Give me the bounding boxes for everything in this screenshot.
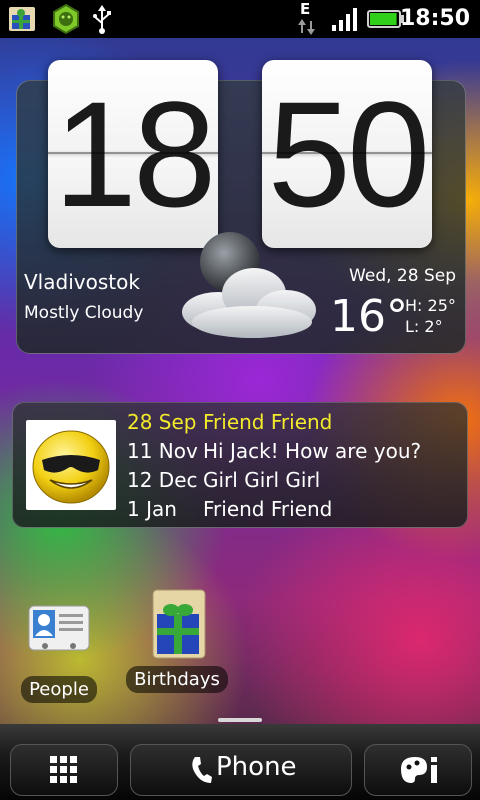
lion-icon: [53, 3, 79, 35]
status-bar[interactable]: E 18:50: [0, 0, 480, 38]
smiley-sunglasses-icon: [32, 430, 110, 504]
birthday-name: Hi Jack! How are you?: [203, 439, 422, 463]
hour-flip-card: 18: [48, 60, 218, 248]
clock-hours: 18: [53, 70, 217, 238]
list-item[interactable]: 12 Dec Girl Girl Girl: [127, 466, 320, 494]
clock-date: Wed, 28 Sep: [349, 266, 456, 286]
shortcut-label: People: [21, 676, 97, 703]
birthdays-icon: [9, 7, 35, 31]
list-item[interactable]: 11 Nov Hi Jack! How are you?: [127, 437, 421, 465]
gift-scroll-icon: [152, 589, 206, 659]
weather-low: L: 2°: [405, 317, 443, 336]
phone-icon: [192, 757, 212, 783]
birthday-name: Girl Girl Girl: [203, 468, 321, 492]
shortcut-label: Birthdays: [126, 666, 228, 693]
shortcut-people[interactable]: People: [4, 596, 114, 703]
night-cloudy-icon: [182, 232, 316, 338]
birthday-name: Friend Friend: [203, 497, 333, 521]
avatar[interactable]: [26, 420, 116, 510]
weather-condition: Mostly Cloudy: [24, 303, 144, 323]
phone-label: Phone: [216, 752, 297, 782]
birthday-name: Friend Friend: [203, 410, 333, 434]
list-item[interactable]: 1 Jan Friend Friend: [127, 495, 332, 523]
status-time: 18:50: [399, 6, 470, 31]
app-grid-icon: [50, 756, 77, 783]
network-type: E: [300, 0, 311, 18]
minute-flip-card: 50: [262, 60, 432, 248]
birthday-date: 12 Dec: [127, 468, 198, 492]
clock-minutes: 50: [267, 70, 431, 238]
all-apps-button[interactable]: [10, 744, 118, 796]
birthday-date: 28 Sep: [127, 410, 197, 434]
weather-high: H: 25°: [405, 296, 456, 315]
data-arrows-icon: [298, 19, 315, 35]
birthday-date: 11 Nov: [127, 439, 198, 463]
weather-temperature: 16°: [330, 291, 408, 342]
list-item[interactable]: 28 Sep Friend Friend: [127, 408, 332, 436]
signal-icon: [332, 8, 357, 31]
birthday-date: 1 Jan: [127, 497, 177, 521]
flip-divider: [262, 152, 432, 154]
flip-divider: [48, 152, 218, 154]
weather-city: Vladivostok: [24, 270, 140, 294]
personalize-icon: [401, 757, 437, 783]
dock-handle[interactable]: [218, 718, 262, 722]
personalize-button[interactable]: [364, 744, 472, 796]
usb-icon: [93, 5, 111, 34]
shortcut-birthdays[interactable]: Birthdays: [122, 586, 232, 693]
contact-card-icon: [28, 605, 90, 651]
